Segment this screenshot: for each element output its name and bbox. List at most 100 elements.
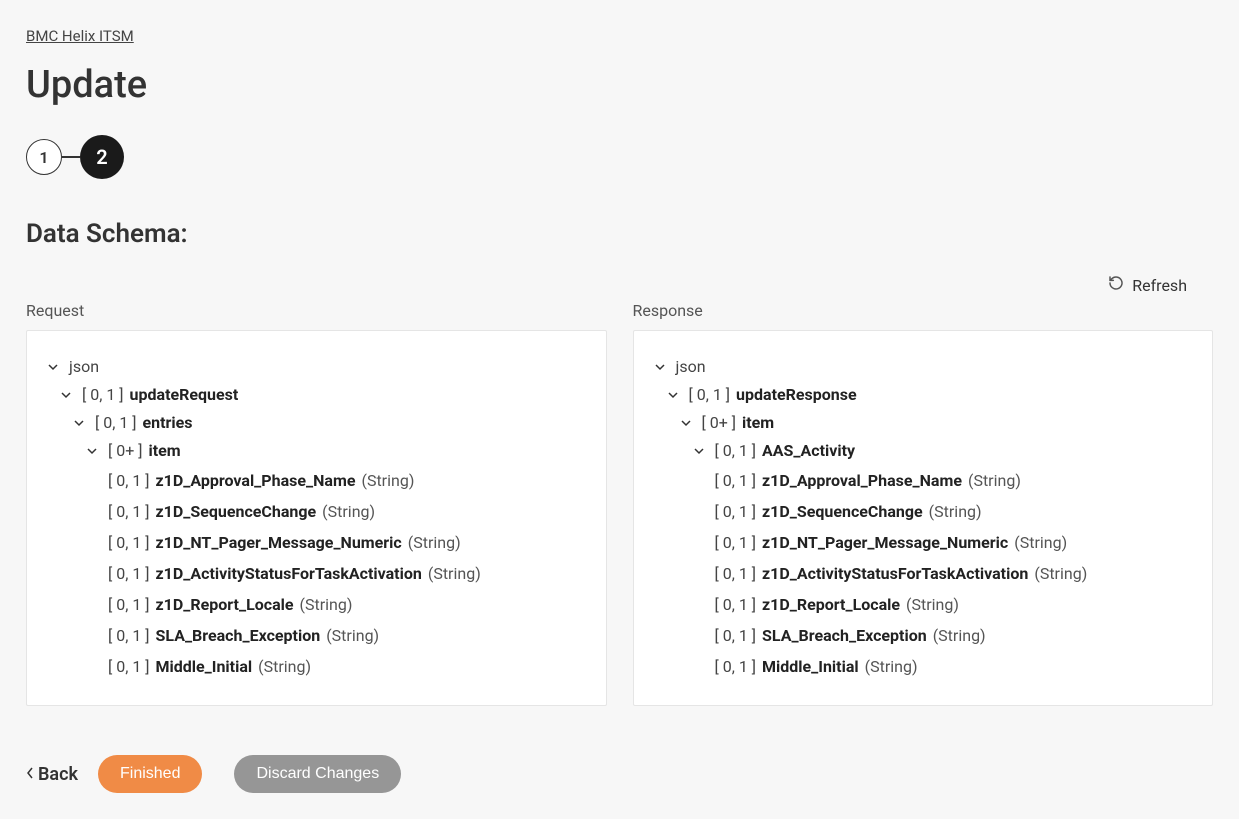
cardinality: [ 0, 1 ] <box>108 563 150 585</box>
cardinality: [ 0, 1 ] <box>715 594 757 616</box>
tree-leaf[interactable]: [ 0, 1 ] SLA_Breach_Exception (String) <box>108 620 586 651</box>
tree-leaf[interactable]: [ 0, 1 ] z1D_NT_Pager_Message_Numeric (S… <box>108 527 586 558</box>
refresh-label: Refresh <box>1132 276 1187 295</box>
back-button[interactable]: Back <box>26 764 78 785</box>
leaf-type: (String) <box>258 656 311 678</box>
response-panel: json [ 0, 1 ] updateResponse [ 0+ ] <box>633 330 1214 706</box>
tree-leaf[interactable]: [ 0, 1 ] SLA_Breach_Exception (String) <box>715 620 1193 651</box>
cardinality: [ 0, 1 ] <box>715 563 757 585</box>
leaf-name: z1D_Report_Locale <box>156 594 294 616</box>
refresh-icon <box>1108 275 1124 295</box>
tree-leaf[interactable]: [ 0, 1 ] Middle_Initial (String) <box>108 651 586 682</box>
tree-node-name[interactable]: updateRequest <box>130 384 239 406</box>
tree-node-name[interactable]: AAS_Activity <box>762 440 855 462</box>
discard-button[interactable]: Discard Changes <box>234 755 401 793</box>
leaf-name: z1D_NT_Pager_Message_Numeric <box>156 532 402 554</box>
chevron-down-icon[interactable] <box>60 389 76 401</box>
step-connector <box>62 156 80 158</box>
refresh-button[interactable]: Refresh <box>1108 275 1187 295</box>
tree-leaf[interactable]: [ 0, 1 ] z1D_SequenceChange (String) <box>715 496 1193 527</box>
leaf-name: Middle_Initial <box>762 656 859 678</box>
finished-button[interactable]: Finished <box>98 755 202 793</box>
leaf-type: (String) <box>322 501 375 523</box>
chevron-down-icon[interactable] <box>654 361 670 373</box>
tree-leaf[interactable]: [ 0, 1 ] z1D_SequenceChange (String) <box>108 496 586 527</box>
cardinality: [ 0, 1 ] <box>715 656 757 678</box>
leaf-type: (String) <box>428 563 481 585</box>
page-title: Update <box>26 63 1213 107</box>
step-2[interactable]: 2 <box>80 135 124 179</box>
leaf-type: (String) <box>361 470 414 492</box>
tree-root[interactable]: json <box>676 356 706 378</box>
cardinality: [ 0+ ] <box>702 412 737 434</box>
step-1[interactable]: 1 <box>26 139 62 175</box>
tree-leaf[interactable]: [ 0, 1 ] z1D_ActivityStatusForTaskActiva… <box>715 558 1193 589</box>
chevron-left-icon <box>26 764 34 785</box>
request-label: Request <box>26 301 607 320</box>
leaf-type: (String) <box>929 501 982 523</box>
cardinality: [ 0, 1 ] <box>715 501 757 523</box>
leaf-name: z1D_Approval_Phase_Name <box>156 470 356 492</box>
leaf-name: z1D_ActivityStatusForTaskActivation <box>762 563 1028 585</box>
request-leaves: [ 0, 1 ] z1D_Approval_Phase_Name (String… <box>86 465 586 682</box>
leaf-name: z1D_SequenceChange <box>156 501 317 523</box>
chevron-down-icon[interactable] <box>86 445 102 457</box>
stepper: 1 2 <box>26 135 1213 179</box>
chevron-down-icon[interactable] <box>680 417 696 429</box>
chevron-down-icon[interactable] <box>667 389 683 401</box>
leaf-name: SLA_Breach_Exception <box>156 625 321 647</box>
leaf-name: z1D_NT_Pager_Message_Numeric <box>762 532 1008 554</box>
cardinality: [ 0, 1 ] <box>715 470 757 492</box>
tree-leaf[interactable]: [ 0, 1 ] z1D_NT_Pager_Message_Numeric (S… <box>715 527 1193 558</box>
leaf-type: (String) <box>865 656 918 678</box>
leaf-name: z1D_ActivityStatusForTaskActivation <box>156 563 422 585</box>
chevron-down-icon[interactable] <box>73 417 89 429</box>
leaf-type: (String) <box>906 594 959 616</box>
cardinality: [ 0, 1 ] <box>715 625 757 647</box>
cardinality: [ 0, 1 ] <box>689 384 731 406</box>
cardinality: [ 0, 1 ] <box>715 532 757 554</box>
cardinality: [ 0, 1 ] <box>95 412 137 434</box>
leaf-name: SLA_Breach_Exception <box>762 625 927 647</box>
tree-node-name[interactable]: updateResponse <box>736 384 857 406</box>
cardinality: [ 0, 1 ] <box>108 532 150 554</box>
leaf-name: z1D_Report_Locale <box>762 594 900 616</box>
breadcrumb-link[interactable]: BMC Helix ITSM <box>26 27 134 45</box>
leaf-name: Middle_Initial <box>156 656 253 678</box>
tree-leaf[interactable]: [ 0, 1 ] z1D_Report_Locale (String) <box>108 589 586 620</box>
chevron-down-icon[interactable] <box>693 445 709 457</box>
cardinality: [ 0, 1 ] <box>715 440 757 462</box>
tree-node-name[interactable]: entries <box>143 412 193 434</box>
chevron-down-icon[interactable] <box>47 361 63 373</box>
footer: Back Finished Discard Changes <box>0 743 1239 819</box>
cardinality: [ 0, 1 ] <box>108 501 150 523</box>
leaf-type: (String) <box>408 532 461 554</box>
leaf-type: (String) <box>933 625 986 647</box>
leaf-name: z1D_SequenceChange <box>762 501 923 523</box>
leaf-type: (String) <box>326 625 379 647</box>
section-title: Data Schema: <box>26 219 1213 249</box>
tree-leaf[interactable]: [ 0, 1 ] z1D_ActivityStatusForTaskActiva… <box>108 558 586 589</box>
leaf-type: (String) <box>1014 532 1067 554</box>
tree-root[interactable]: json <box>69 356 99 378</box>
response-leaves: [ 0, 1 ] z1D_Approval_Phase_Name (String… <box>693 465 1193 682</box>
back-label: Back <box>38 764 78 785</box>
leaf-type: (String) <box>1034 563 1087 585</box>
cardinality: [ 0, 1 ] <box>108 625 150 647</box>
tree-leaf[interactable]: [ 0, 1 ] Middle_Initial (String) <box>715 651 1193 682</box>
cardinality: [ 0+ ] <box>108 440 143 462</box>
request-panel: json [ 0, 1 ] updateRequest [ 0, 1 ] <box>26 330 607 706</box>
response-label: Response <box>633 301 1214 320</box>
leaf-name: z1D_Approval_Phase_Name <box>762 470 962 492</box>
tree-node-name[interactable]: item <box>742 412 774 434</box>
cardinality: [ 0, 1 ] <box>82 384 124 406</box>
leaf-type: (String) <box>968 470 1021 492</box>
tree-node-name[interactable]: item <box>149 440 181 462</box>
cardinality: [ 0, 1 ] <box>108 470 150 492</box>
cardinality: [ 0, 1 ] <box>108 594 150 616</box>
tree-leaf[interactable]: [ 0, 1 ] z1D_Approval_Phase_Name (String… <box>715 465 1193 496</box>
leaf-type: (String) <box>300 594 353 616</box>
tree-leaf[interactable]: [ 0, 1 ] z1D_Report_Locale (String) <box>715 589 1193 620</box>
cardinality: [ 0, 1 ] <box>108 656 150 678</box>
tree-leaf[interactable]: [ 0, 1 ] z1D_Approval_Phase_Name (String… <box>108 465 586 496</box>
